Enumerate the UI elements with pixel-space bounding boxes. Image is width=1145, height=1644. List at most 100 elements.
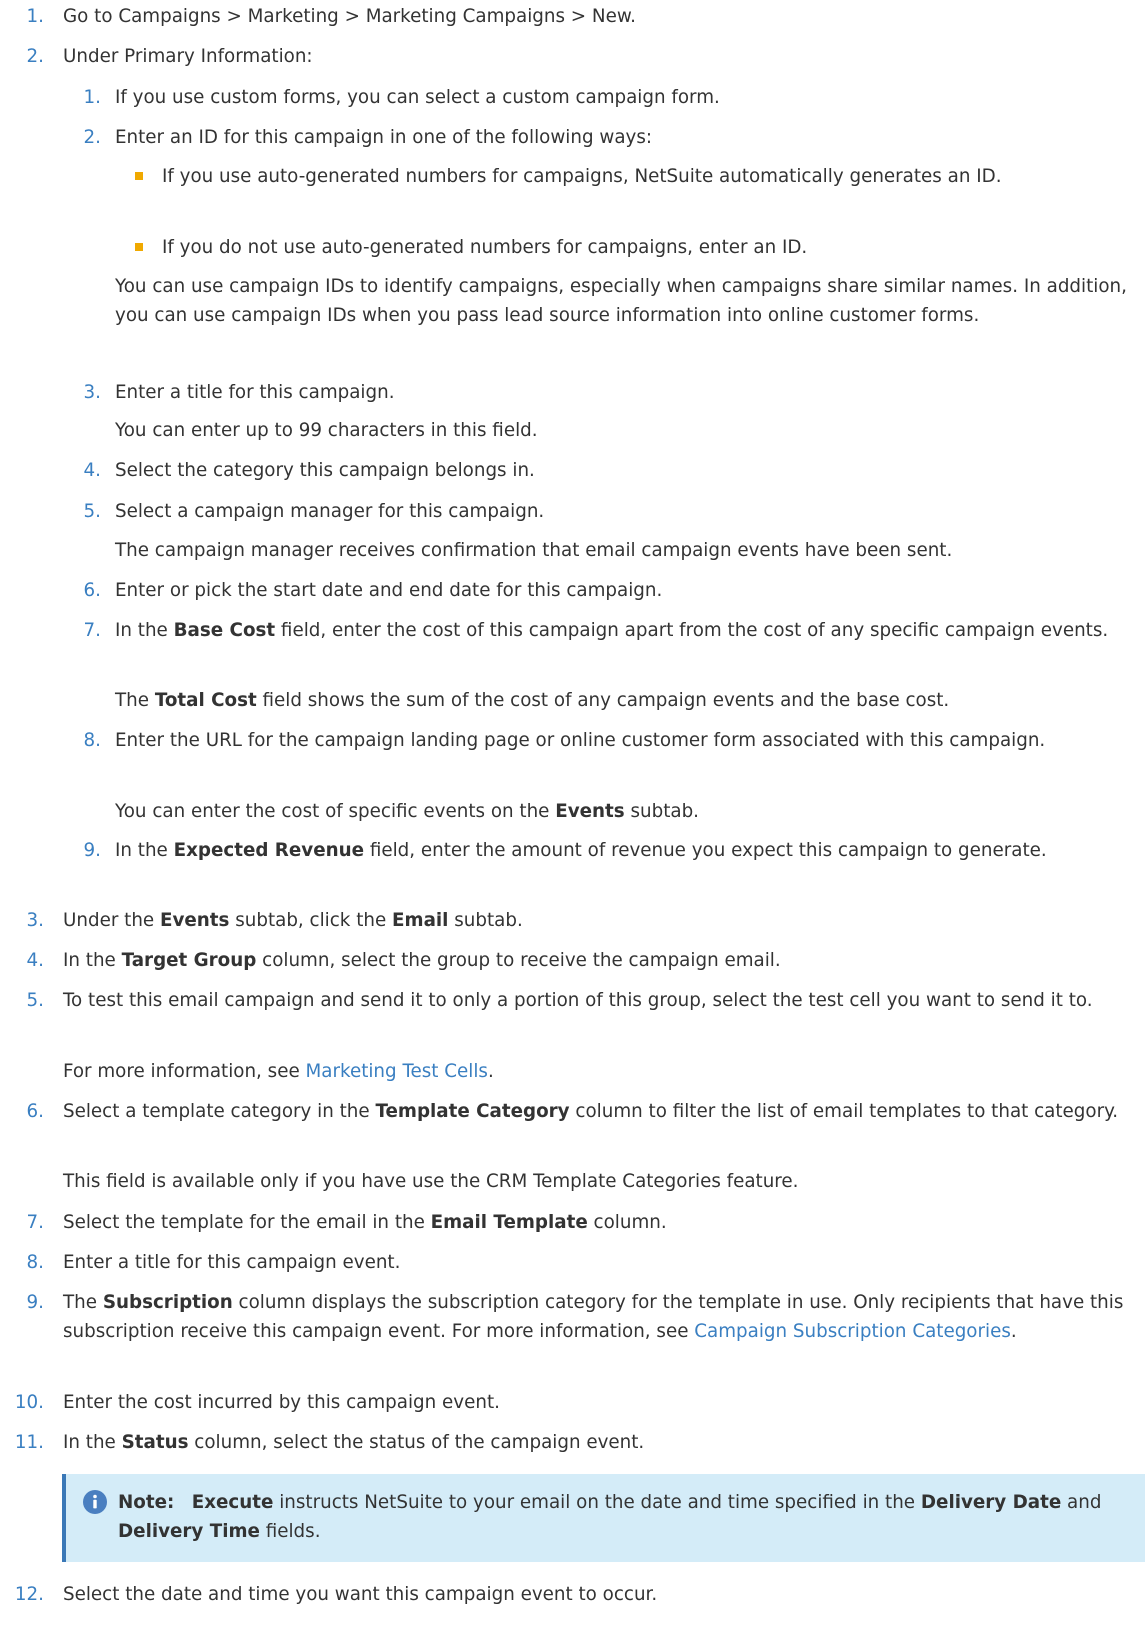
step-number: 8. xyxy=(83,730,101,751)
column-name: Status xyxy=(121,1432,189,1453)
step-number: 9. xyxy=(83,840,101,861)
paragraph-text: You can enter the cost of specific event… xyxy=(115,801,699,822)
step-text: Enter an ID for this campaign in one of … xyxy=(115,127,653,148)
bullet-item: If you use auto-generated numbers for ca… xyxy=(0,162,1138,191)
step-11: 11. In the Status column, select the sta… xyxy=(0,1428,1138,1457)
bullet-text: If you use auto-generated numbers for ca… xyxy=(162,166,1002,187)
note-box: Note: Execute instructs NetSuite to your… xyxy=(62,1474,1145,1562)
step-number: 10. xyxy=(14,1392,44,1413)
bullet-item: If you do not use auto-generated numbers… xyxy=(0,233,1138,262)
step-text: Select a template category in the Templa… xyxy=(63,1101,1119,1122)
field-name: Delivery Date xyxy=(920,1492,1062,1513)
step-text: In the Base Cost field, enter the cost o… xyxy=(115,620,1109,641)
step-6: 6. Select a template category in the Tem… xyxy=(0,1097,1138,1126)
step-text: Go to Campaigns > Marketing > Marketing … xyxy=(63,6,636,27)
step-7: 7. Select the template for the email in … xyxy=(0,1208,1138,1237)
step-text: Select the date and time you want this c… xyxy=(63,1584,658,1605)
column-name: Template Category xyxy=(375,1101,570,1122)
paragraph-text: The Total Cost field shows the sum of th… xyxy=(115,690,950,711)
substep-2-2: 2. Enter an ID for this campaign in one … xyxy=(0,123,1138,152)
substep-2-5-paragraph: The campaign manager receives confirmati… xyxy=(0,536,1138,565)
column-name: Subscription xyxy=(102,1292,233,1313)
step-text: In the Target Group column, select the g… xyxy=(63,950,781,971)
step-number: 4. xyxy=(26,950,44,971)
paragraph-text: For more information, see Marketing Test… xyxy=(63,1061,494,1082)
square-bullet-icon xyxy=(135,172,143,180)
step-5: 5. To test this email campaign and send … xyxy=(0,986,1138,1015)
substep-2-2-paragraph: You can use campaign IDs to identify cam… xyxy=(0,272,1138,330)
step-text: In the Status column, select the status … xyxy=(63,1432,645,1453)
step-12: 12. Select the date and time you want th… xyxy=(0,1580,1138,1609)
step-text: Enter the URL for the campaign landing p… xyxy=(115,730,1046,751)
step-text: If you use custom forms, you can select … xyxy=(115,87,720,108)
field-name: Delivery Time xyxy=(118,1521,260,1542)
step-2: 2. Under Primary Information: xyxy=(0,42,1138,71)
column-name: Email Template xyxy=(430,1212,588,1233)
step-number: 4. xyxy=(83,460,101,481)
paragraph-text: You can enter up to 99 characters in thi… xyxy=(115,420,538,441)
step-text: To test this email campaign and send it … xyxy=(63,990,1093,1011)
step-number: 12. xyxy=(14,1584,44,1605)
status-value: Execute xyxy=(191,1492,274,1513)
substep-2-8: 8. Enter the URL for the campaign landin… xyxy=(0,726,1138,755)
note-text: Note: Execute instructs NetSuite to your… xyxy=(118,1492,1102,1542)
step-number: 11. xyxy=(14,1432,44,1453)
procedure-page: 1. Go to Campaigns > Marketing > Marketi… xyxy=(0,0,1145,1644)
step-number: 5. xyxy=(26,990,44,1011)
step-text: Select a campaign manager for this campa… xyxy=(115,501,545,522)
bullet-text: If you do not use auto-generated numbers… xyxy=(162,237,808,258)
campaign-subscription-categories-link[interactable]: Campaign Subscription Categories xyxy=(694,1321,1011,1342)
step-4: 4. In the Target Group column, select th… xyxy=(0,946,1138,975)
paragraph-text: The campaign manager receives confirmati… xyxy=(115,540,953,561)
step-3: 3. Under the Events subtab, click the Em… xyxy=(0,906,1138,935)
step-number: 6. xyxy=(83,580,101,601)
field-name: Total Cost xyxy=(154,690,257,711)
substep-2-3-paragraph: You can enter up to 99 characters in thi… xyxy=(0,416,1138,445)
step-number: 2. xyxy=(83,127,101,148)
step-text: Under Primary Information: xyxy=(63,46,313,67)
step-text: Under the Events subtab, click the Email… xyxy=(63,910,523,931)
substep-2-5: 5. Select a campaign manager for this ca… xyxy=(0,497,1138,526)
step-text: Select the template for the email in the… xyxy=(63,1212,667,1233)
step-10: 10. Enter the cost incurred by this camp… xyxy=(0,1388,1138,1417)
step-text: Enter a title for this campaign. xyxy=(115,382,395,403)
step-text: In the Expected Revenue field, enter the… xyxy=(115,840,1047,861)
step-9: 9. The Subscription column displays the … xyxy=(0,1288,1138,1346)
marketing-test-cells-link[interactable]: Marketing Test Cells xyxy=(306,1061,488,1082)
step-text: Enter a title for this campaign event. xyxy=(63,1252,401,1273)
step-5-paragraph: For more information, see Marketing Test… xyxy=(0,1057,1138,1086)
step-text: The Subscription column displays the sub… xyxy=(63,1292,1124,1342)
subtab-name: Events xyxy=(159,910,230,931)
substep-2-1: 1. If you use custom forms, you can sele… xyxy=(0,83,1138,112)
step-number: 3. xyxy=(83,382,101,403)
step-number: 9. xyxy=(26,1292,44,1313)
step-text: Select the category this campaign belong… xyxy=(115,460,535,481)
step-1: 1. Go to Campaigns > Marketing > Marketi… xyxy=(0,2,1138,31)
field-name: Base Cost xyxy=(173,620,276,641)
paragraph-text: You can use campaign IDs to identify cam… xyxy=(115,276,1127,326)
substep-2-7: 7. In the Base Cost field, enter the cos… xyxy=(0,616,1138,645)
step-number: 2. xyxy=(26,46,44,67)
step-number: 3. xyxy=(26,910,44,931)
step-number: 1. xyxy=(83,87,101,108)
step-number: 8. xyxy=(26,1252,44,1273)
step-6-paragraph: This field is available only if you have… xyxy=(0,1167,1138,1196)
info-icon xyxy=(83,1490,107,1514)
substep-2-9: 9. In the Expected Revenue field, enter … xyxy=(0,836,1138,865)
substep-2-7-paragraph: The Total Cost field shows the sum of th… xyxy=(0,686,1138,715)
step-number: 5. xyxy=(83,501,101,522)
step-text: Enter the cost incurred by this campaign… xyxy=(63,1392,500,1413)
subtab-name: Email xyxy=(392,910,449,931)
column-name: Target Group xyxy=(121,950,257,971)
note-label: Note: xyxy=(118,1492,175,1513)
field-name: Expected Revenue xyxy=(173,840,365,861)
substep-2-4: 4. Select the category this campaign bel… xyxy=(0,456,1138,485)
field-name: Events xyxy=(555,801,625,822)
step-number: 7. xyxy=(83,620,101,641)
substep-2-8-paragraph: You can enter the cost of specific event… xyxy=(0,797,1138,826)
substep-2-3: 3. Enter a title for this campaign. xyxy=(0,378,1138,407)
step-number: 7. xyxy=(26,1212,44,1233)
step-number: 1. xyxy=(26,6,44,27)
step-text: Enter or pick the start date and end dat… xyxy=(115,580,663,601)
step-8: 8. Enter a title for this campaign event… xyxy=(0,1248,1138,1277)
